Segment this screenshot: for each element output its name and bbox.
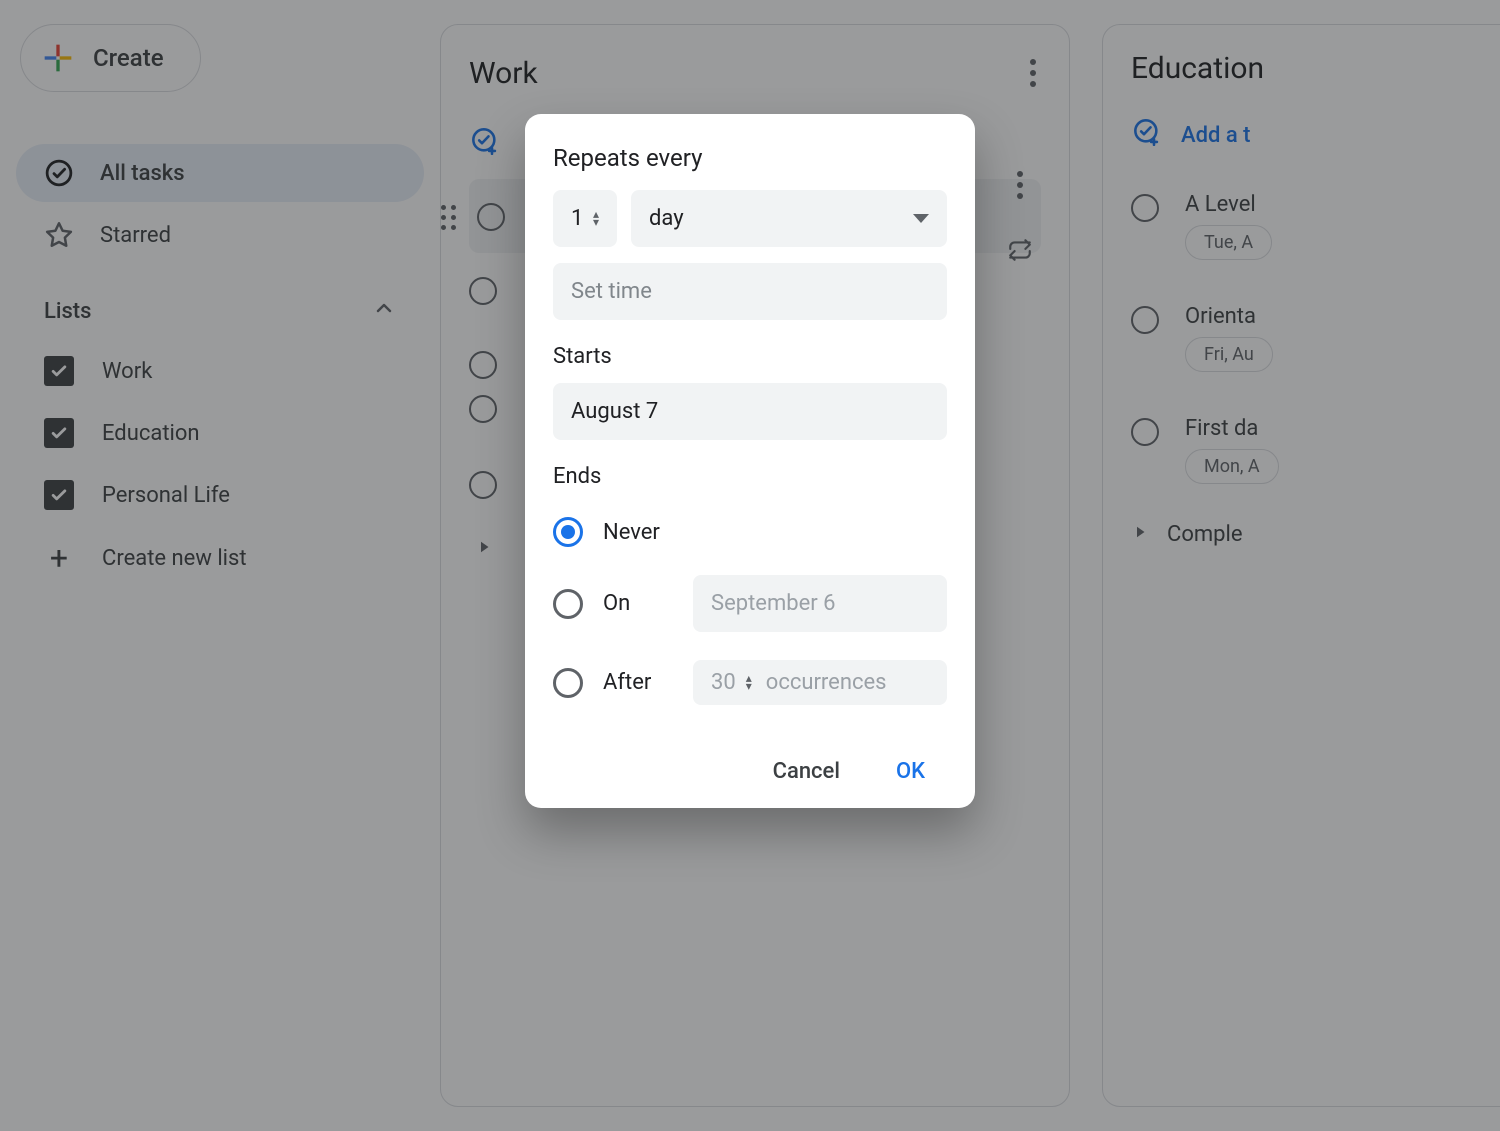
ends-after-label: After — [603, 670, 673, 695]
chevron-down-icon — [913, 214, 929, 223]
ok-button[interactable]: OK — [896, 759, 925, 784]
ends-option-never[interactable]: Never — [553, 503, 947, 561]
recurrence-dialog: Repeats every 1 ▴▾ day Set time Starts A… — [525, 114, 975, 808]
set-time-label: Set time — [571, 279, 652, 304]
occurrences-count-value: 30 — [711, 670, 736, 695]
unit-select[interactable]: day — [631, 190, 947, 247]
start-date-input[interactable]: August 7 — [553, 383, 947, 440]
stepper-icon[interactable]: ▴▾ — [746, 675, 752, 689]
interval-input[interactable]: 1 ▴▾ — [553, 190, 617, 247]
ends-never-label: Never — [603, 520, 673, 545]
ends-option-after[interactable]: After 30 ▴▾ occurrences — [553, 646, 947, 719]
radio-unchecked-icon[interactable] — [553, 589, 583, 619]
radio-checked-icon[interactable] — [553, 517, 583, 547]
start-date-value: August 7 — [571, 399, 658, 424]
dialog-actions: Cancel OK — [553, 719, 947, 784]
unit-label: day — [649, 206, 684, 231]
ends-after-input-group: 30 ▴▾ occurrences — [693, 660, 947, 705]
occurrences-count-input[interactable]: 30 ▴▾ — [711, 670, 752, 695]
cancel-button[interactable]: Cancel — [773, 759, 840, 784]
set-time-button[interactable]: Set time — [553, 263, 947, 320]
radio-unchecked-icon[interactable] — [553, 668, 583, 698]
ends-on-date-input[interactable]: September 6 — [693, 575, 947, 632]
ends-on-date-value: September 6 — [711, 591, 836, 616]
ends-option-on[interactable]: On September 6 — [553, 561, 947, 646]
occurrences-label: occurrences — [766, 670, 887, 695]
stepper-icon[interactable]: ▴▾ — [593, 211, 599, 225]
repeats-row: 1 ▴▾ day — [553, 190, 947, 247]
starts-heading: Starts — [553, 344, 947, 369]
modal-backdrop[interactable]: Repeats every 1 ▴▾ day Set time Starts A… — [0, 0, 1500, 1131]
ends-on-label: On — [603, 591, 673, 616]
interval-value: 1 — [571, 206, 583, 231]
ends-heading: Ends — [553, 464, 947, 489]
repeats-every-heading: Repeats every — [553, 144, 947, 172]
